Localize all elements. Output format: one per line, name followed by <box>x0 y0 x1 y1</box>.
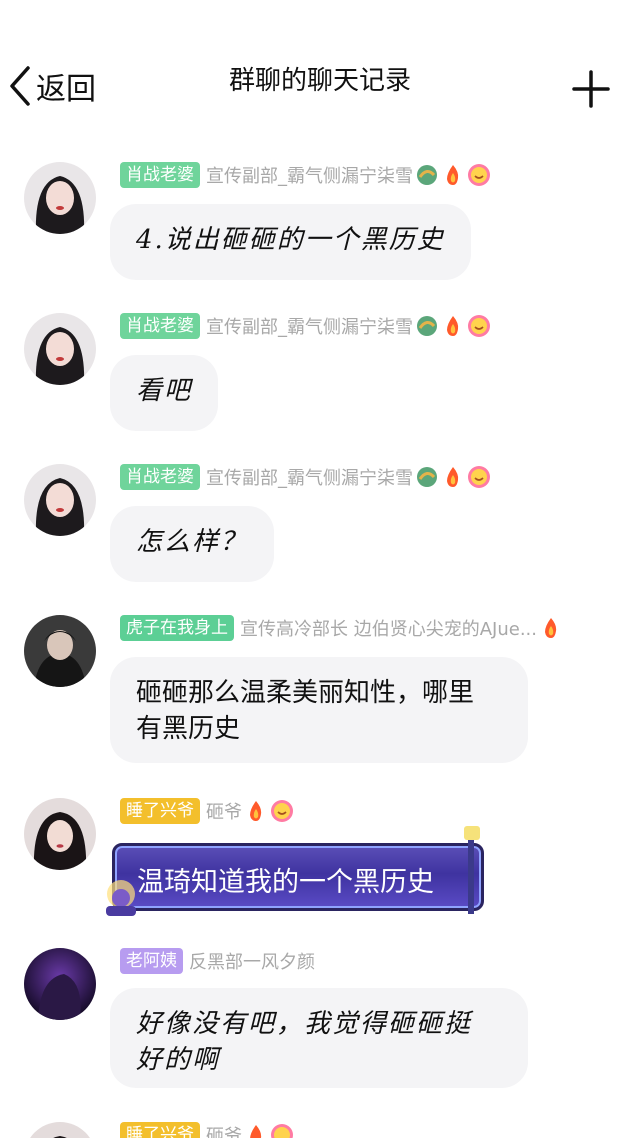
nav-bar: 返回 群聊的聊天记录 <box>0 0 640 140</box>
smile-badge-icon <box>271 800 293 822</box>
sender-title: 砸爷 <box>206 802 242 823</box>
avatar[interactable] <box>24 948 96 1020</box>
message-bubble[interactable]: 怎么样？ <box>110 506 275 582</box>
dragon-badge-icon <box>417 165 437 185</box>
sender-tag: 肖战老婆 <box>120 162 200 188</box>
avatar[interactable] <box>24 313 96 385</box>
page-title: 群聊的聊天记录 <box>228 66 411 96</box>
message-text-line: 砸砸那么温柔美丽知性，哪里 <box>136 678 475 708</box>
sender-tag: 老阿姨 <box>120 948 183 974</box>
fire-badge-icon <box>250 1125 262 1138</box>
avatar[interactable] <box>24 615 96 687</box>
sender-meta: 肖战老婆 宣传副部_霸气侧漏宁柒雪 <box>120 313 491 339</box>
message-bubble[interactable]: 看吧 <box>110 355 219 431</box>
smile-badge-icon <box>271 1124 293 1138</box>
avatar[interactable] <box>24 1122 96 1138</box>
sender-title: 宣传副部_霸气侧漏宁柒雪 <box>206 317 413 338</box>
sender-meta: 虎子在我身上 宣传高冷部长 边伯贤心尖宠的AJue... <box>120 615 563 641</box>
dragon-badge-icon <box>417 316 437 336</box>
fire-badge-icon <box>545 618 557 638</box>
message-text-line: 有黑历史 <box>136 714 241 744</box>
lamp-post-icon <box>464 826 480 914</box>
message-bubble[interactable]: 好像没有吧，我觉得砸砸挺 好的啊 <box>110 988 528 1088</box>
sender-meta: 老阿姨 反黑部一风夕颜 <box>120 948 315 974</box>
sender-meta: 睡了兴爷 砸爷 <box>120 1122 294 1138</box>
fire-badge-icon <box>447 165 459 185</box>
smile-badge-icon <box>468 315 490 337</box>
sender-meta: 睡了兴爷 砸爷 <box>120 798 294 824</box>
sender-tag: 肖战老婆 <box>120 464 200 490</box>
sender-tag: 睡了兴爷 <box>120 1122 200 1138</box>
avatar[interactable] <box>24 798 96 870</box>
smile-badge-icon <box>468 164 490 186</box>
plus-icon[interactable] <box>572 70 610 108</box>
avatar[interactable] <box>24 464 96 536</box>
message-text-line: 好像没有吧，我觉得砸砸挺 <box>136 1009 473 1039</box>
sender-title: 砸爷 <box>206 1126 242 1138</box>
message-bubble[interactable]: 4.说出砸砸的一个黑历史 <box>110 204 471 280</box>
character-sticker-icon <box>106 880 136 916</box>
sender-tag: 肖战老婆 <box>120 313 200 339</box>
message-text: 温琦知道我的一个黑历史 <box>137 867 434 898</box>
sender-tag: 睡了兴爷 <box>120 798 200 824</box>
fancy-message-bubble[interactable]: 温琦知道我的一个黑历史 <box>112 843 484 911</box>
smile-badge-icon <box>468 466 490 488</box>
sender-title: 反黑部一风夕颜 <box>189 952 315 973</box>
fire-badge-icon <box>250 801 262 821</box>
avatar[interactable] <box>24 162 96 234</box>
sender-meta: 肖战老婆 宣传副部_霸气侧漏宁柒雪 <box>120 162 491 188</box>
sender-title: 宣传副部_霸气侧漏宁柒雪 <box>206 468 413 489</box>
dragon-badge-icon <box>417 467 437 487</box>
message-bubble[interactable]: 砸砸那么温柔美丽知性，哪里 有黑历史 <box>110 657 528 763</box>
sender-title: 宣传副部_霸气侧漏宁柒雪 <box>206 166 413 187</box>
sender-tag: 虎子在我身上 <box>120 615 234 641</box>
fire-badge-icon <box>447 316 459 336</box>
message-text-line: 好的啊 <box>136 1045 221 1075</box>
sender-meta: 肖战老婆 宣传副部_霸气侧漏宁柒雪 <box>120 464 491 490</box>
sender-title: 宣传高冷部长 边伯贤心尖宠的AJue... <box>240 619 537 640</box>
fire-badge-icon <box>447 467 459 487</box>
